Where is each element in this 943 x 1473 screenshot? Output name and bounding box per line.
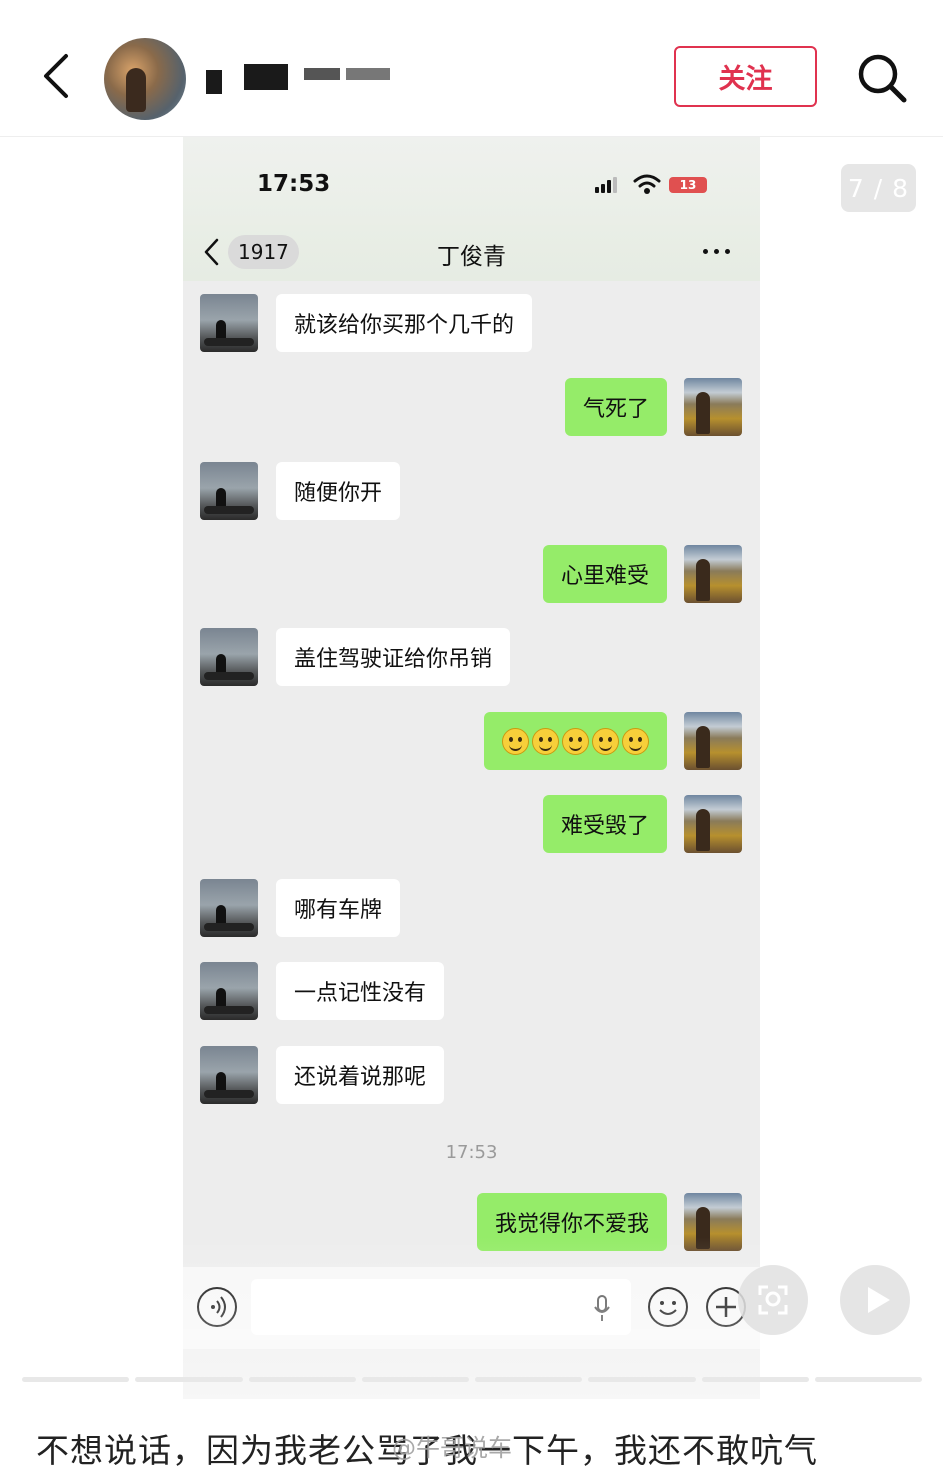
smiley-face-icon (592, 727, 619, 755)
contact-avatar[interactable] (200, 294, 258, 352)
image-gallery[interactable]: 7 / 8 17:53 13 1917 丁俊青 就该给你买那个几千的 气死了 随… (0, 137, 943, 1399)
message-bubble[interactable]: 气死了 (564, 378, 667, 436)
message-bubble[interactable]: 就该给你买那个几千的 (276, 294, 533, 352)
status-icons: 13 (595, 173, 715, 197)
message-input[interactable] (251, 1279, 631, 1335)
message-bubble[interactable]: 心里难受 (542, 545, 667, 603)
play-icon[interactable] (840, 1265, 910, 1335)
scan-icon[interactable] (738, 1265, 808, 1335)
voice-icon[interactable] (197, 1287, 237, 1327)
status-bar: 17:53 13 (183, 137, 760, 232)
wifi-icon (633, 174, 661, 194)
battery-icon: 13 (669, 177, 707, 193)
back-arrow-icon[interactable] (30, 48, 86, 104)
smiley-emoji-group (502, 727, 649, 755)
smiley-face-icon (622, 727, 649, 755)
progress-segment (248, 1377, 356, 1382)
message-bubble[interactable]: 随便你开 (276, 462, 401, 520)
author-avatar[interactable] (104, 38, 186, 120)
my-avatar[interactable] (684, 1193, 742, 1251)
author-name-redacted[interactable] (204, 58, 394, 98)
chat-input-bar (183, 1267, 760, 1349)
contact-name: 丁俊青 (437, 244, 506, 270)
smiley-face-icon (532, 727, 559, 755)
message-bubble[interactable]: 盖住驾驶证给你吊销 (276, 628, 511, 686)
my-avatar[interactable] (684, 712, 742, 770)
page-counter: 7 / 8 (841, 164, 916, 212)
search-icon[interactable] (854, 50, 910, 106)
contact-avatar[interactable] (200, 628, 258, 686)
message-bubble[interactable]: 还说着说那呢 (276, 1046, 445, 1104)
contact-avatar[interactable] (200, 879, 258, 937)
message-bubble[interactable]: 难受毁了 (542, 795, 667, 853)
watermark: @牛哥说车 (392, 1434, 512, 1462)
mic-icon[interactable] (593, 1295, 611, 1323)
gallery-progress (22, 1377, 922, 1382)
my-avatar[interactable] (684, 795, 742, 853)
message-bubble[interactable]: 一点记性没有 (276, 962, 445, 1020)
progress-segment (135, 1377, 243, 1382)
status-time: 17:53 (257, 171, 331, 197)
progress-segment (475, 1377, 583, 1382)
progress-segment (588, 1377, 696, 1382)
smiley-face-icon (562, 727, 589, 755)
chat-header: 1917 丁俊青 (183, 225, 760, 281)
message-bubble[interactable]: 我觉得你不爱我 (476, 1193, 667, 1251)
contact-avatar[interactable] (200, 962, 258, 1020)
smiley-face-icon (502, 727, 529, 755)
my-avatar[interactable] (684, 378, 742, 436)
progress-segment (701, 1377, 809, 1382)
emoji-message-bubble[interactable] (484, 712, 667, 770)
chat-timestamp: 17:53 (445, 1142, 498, 1163)
app-header: 关注 (0, 0, 943, 137)
message-bubble[interactable]: 哪有车牌 (276, 879, 401, 937)
progress-segment (814, 1377, 922, 1382)
emoji-icon[interactable] (648, 1287, 688, 1327)
chat-screenshot: 17:53 13 1917 丁俊青 就该给你买那个几千的 气死了 随便你开 心里… (183, 137, 760, 1399)
progress-segment (361, 1377, 469, 1382)
contact-avatar[interactable] (200, 1046, 258, 1104)
contact-avatar[interactable] (200, 462, 258, 520)
follow-button[interactable]: 关注 (674, 46, 817, 107)
my-avatar[interactable] (684, 545, 742, 603)
more-dots-icon[interactable] (703, 247, 733, 257)
progress-segment (22, 1377, 130, 1382)
